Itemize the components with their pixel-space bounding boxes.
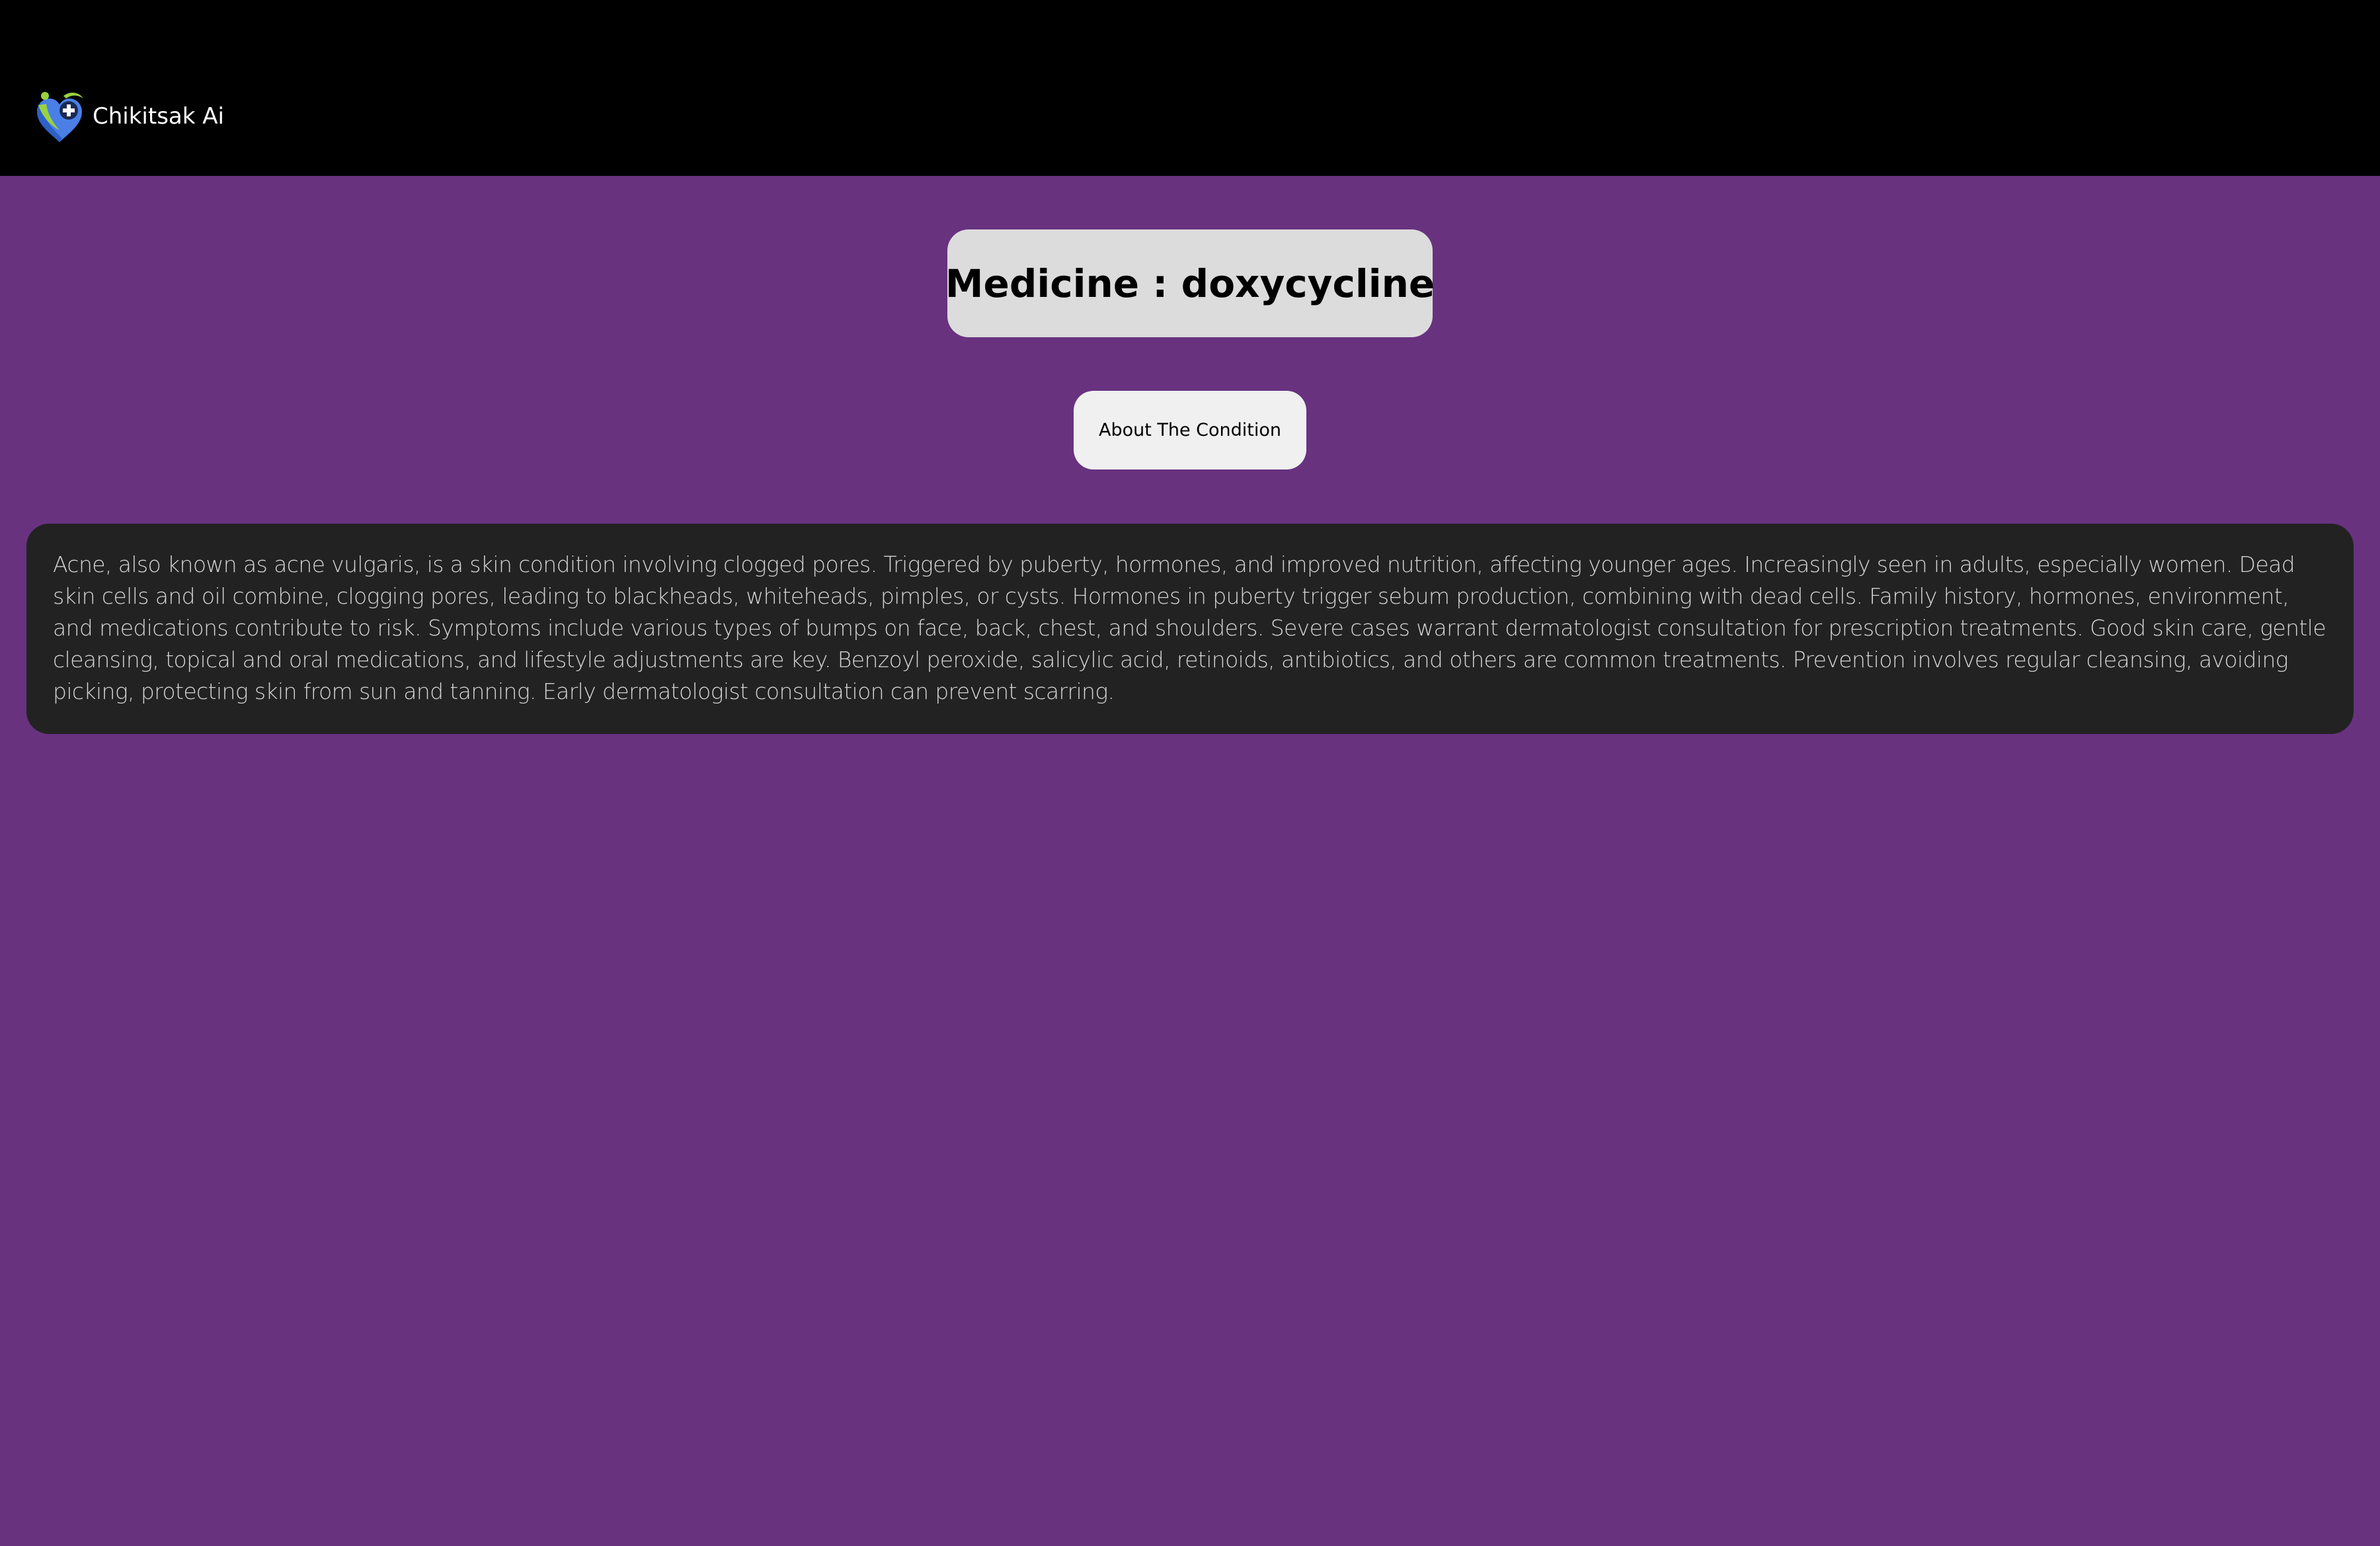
condition-description-text: Acne, also known as acne vulgaris, is a … [53,551,2326,704]
about-condition-button[interactable]: About The Condition [1074,391,1306,469]
top-navbar: Chikitsak Ai [0,0,2380,176]
brand-home-link[interactable]: Chikitsak Ai [33,86,224,147]
heart-pin-medical-cross-logo-icon [37,92,83,142]
brand-name: Chikitsak Ai [93,103,224,130]
page-title: Medicine : doxycycline [945,261,1435,306]
medicine-title-card: Medicine : doxycycline [945,229,1435,337]
condition-description-card: Acne, also known as acne vulgaris, is a … [26,524,2354,734]
